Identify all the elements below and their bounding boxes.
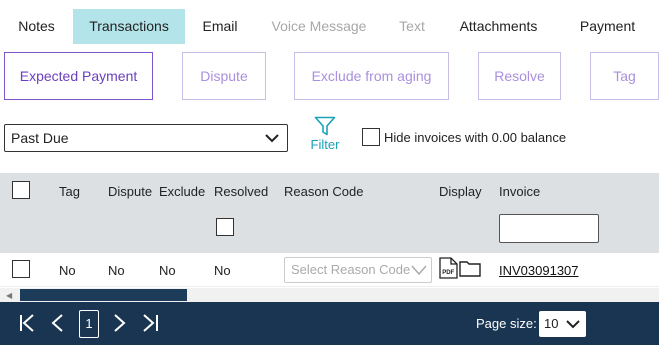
last-page-icon: [143, 314, 158, 332]
tab-email[interactable]: Email: [185, 9, 255, 44]
resolved-header-checkbox[interactable]: [216, 218, 234, 236]
tab-attachments[interactable]: Attachments: [441, 9, 556, 44]
funnel-icon: [314, 116, 336, 136]
page-size-select[interactable]: 10: [539, 311, 586, 337]
cell-dispute: No: [108, 263, 125, 278]
previous-page-button[interactable]: [47, 312, 69, 334]
status-select-value: Past Due: [11, 130, 69, 146]
first-page-button[interactable]: [17, 312, 39, 334]
page-size-label: Page size:: [476, 316, 537, 331]
action-toolbar: Expected Payment Dispute Exclude from ag…: [0, 52, 659, 100]
page-size-value: 10: [544, 316, 559, 331]
next-page-button[interactable]: [108, 312, 130, 334]
tab-text[interactable]: Text: [383, 9, 441, 44]
invoice-filter-input[interactable]: [499, 214, 599, 243]
scrollbar-thumb[interactable]: [20, 289, 187, 301]
header-dispute[interactable]: Dispute: [108, 184, 152, 199]
tab-voice-message[interactable]: Voice Message: [255, 9, 383, 44]
cell-resolved: No: [214, 263, 231, 278]
header-tag[interactable]: Tag: [59, 184, 80, 199]
svg-text:PDF: PDF: [442, 270, 454, 276]
expected-payment-button[interactable]: Expected Payment: [4, 52, 153, 100]
hide-zero-balance-checkbox[interactable]: [362, 128, 380, 146]
last-page-button[interactable]: [139, 312, 161, 334]
header-invoice[interactable]: Invoice: [499, 184, 540, 199]
dispute-button[interactable]: Dispute: [182, 52, 266, 100]
hide-zero-balance-label: Hide invoices with 0.00 balance: [384, 130, 567, 145]
first-page-icon: [20, 314, 34, 332]
pdf-icon[interactable]: PDF: [439, 257, 458, 279]
filter-label: Filter: [310, 137, 340, 152]
chevron-down-icon: [411, 264, 427, 276]
tab-notes[interactable]: Notes: [0, 9, 73, 44]
table-row: No No No No Select Reason Code PDF INV03…: [0, 253, 659, 287]
header-resolved[interactable]: Resolved: [214, 184, 268, 199]
exclude-from-aging-button[interactable]: Exclude from aging: [294, 52, 449, 100]
pager: 1 Page size: 10: [0, 302, 659, 345]
chevron-down-icon: [265, 134, 279, 143]
scroll-left-icon[interactable]: ◀: [6, 291, 12, 300]
horizontal-scrollbar[interactable]: ◀: [0, 288, 659, 302]
folder-icon[interactable]: [459, 259, 481, 277]
tab-payment[interactable]: Payment: [556, 9, 659, 44]
cell-exclude: No: [159, 263, 176, 278]
select-all-checkbox[interactable]: [12, 181, 30, 199]
reason-code-select[interactable]: Select Reason Code: [284, 257, 432, 283]
row-checkbox[interactable]: [12, 260, 30, 278]
grid-header: Tag Dispute Exclude from aging Resolved …: [0, 173, 659, 253]
header-display[interactable]: Display: [439, 184, 482, 199]
tab-transactions[interactable]: Transactions: [73, 9, 185, 44]
invoice-link[interactable]: INV03091307: [499, 263, 579, 278]
current-page[interactable]: 1: [79, 310, 99, 338]
reason-code-placeholder: Select Reason Code: [291, 262, 411, 277]
tag-button[interactable]: Tag: [590, 52, 659, 100]
header-exclude[interactable]: Exclude from aging: [159, 184, 208, 199]
cell-tag: No: [59, 263, 76, 278]
previous-page-icon: [51, 314, 63, 332]
header-reason-code[interactable]: Reason Code: [284, 184, 364, 199]
next-page-icon: [114, 314, 126, 332]
resolve-button[interactable]: Resolve: [478, 52, 561, 100]
chevron-down-icon: [566, 320, 580, 329]
tab-bar: Notes Transactions Email Voice Message T…: [0, 9, 659, 44]
status-select[interactable]: Past Due: [4, 124, 288, 152]
filter-button[interactable]: Filter: [305, 116, 345, 158]
